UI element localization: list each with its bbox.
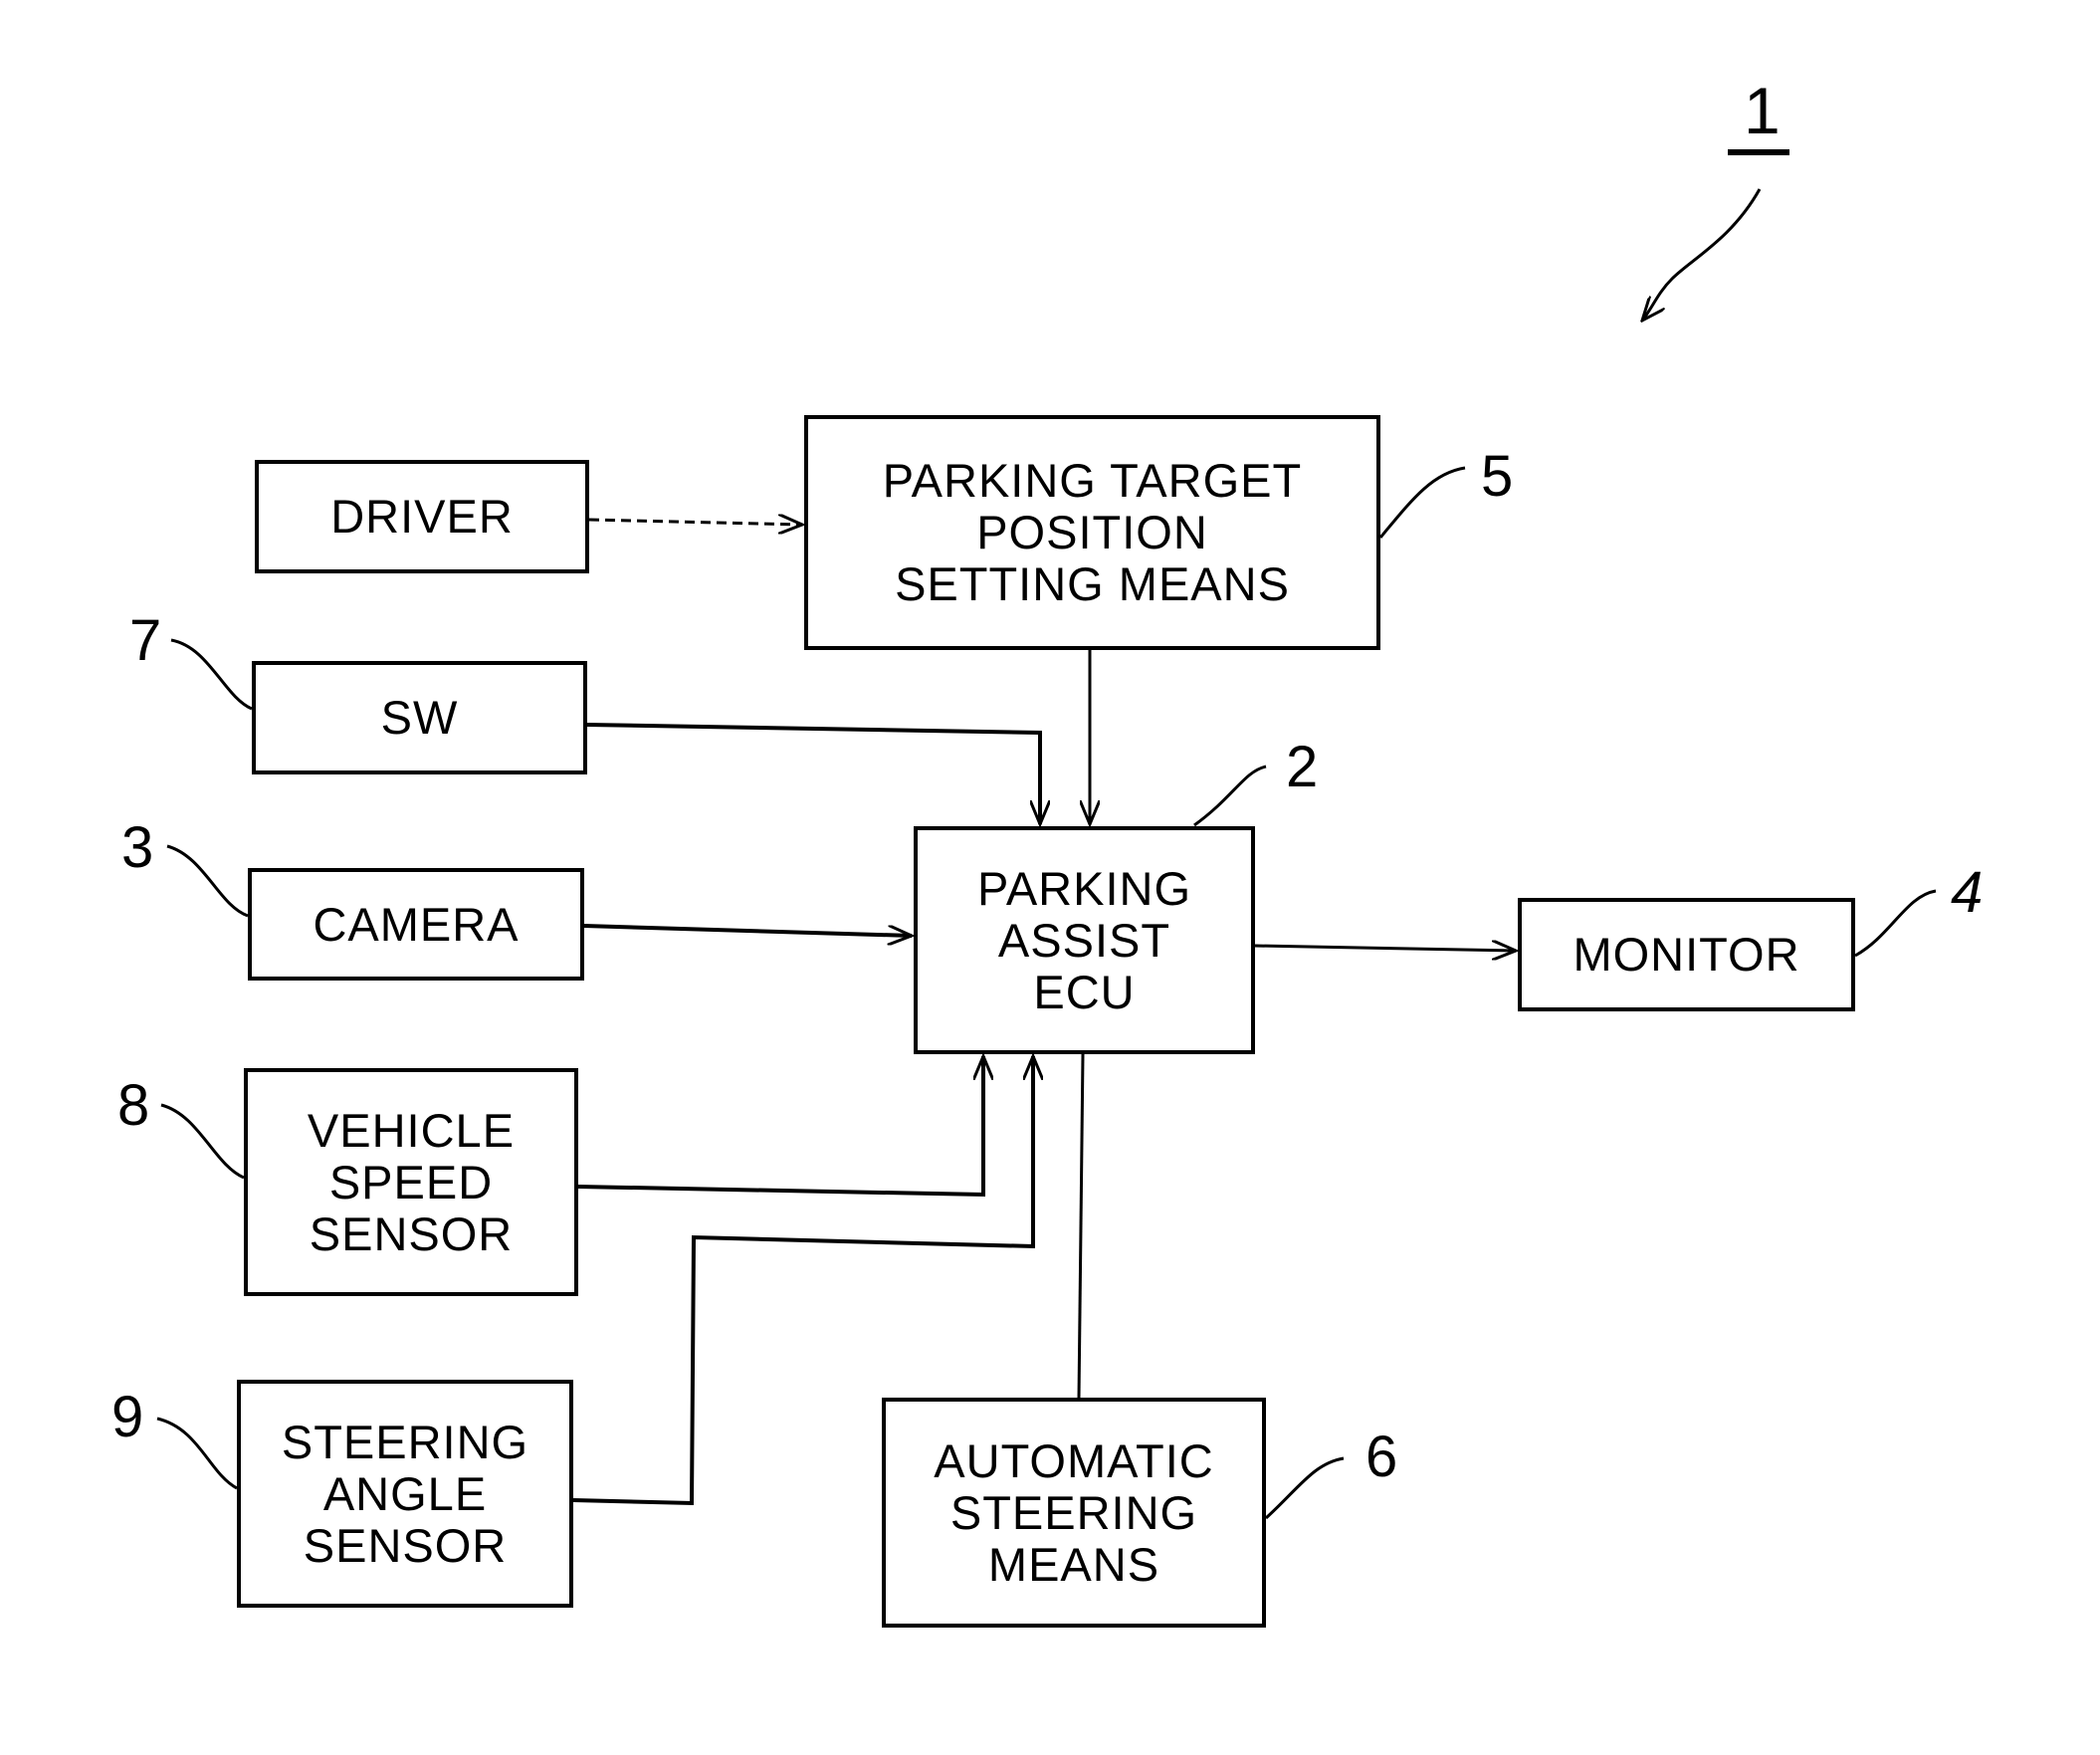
leader-6 — [1264, 1456, 1345, 1520]
connector-ecu-to-auto-steering — [1077, 1053, 1085, 1399]
steering-angle-sensor-block: STEERING ANGLE SENSOR — [237, 1380, 573, 1608]
block-line: ECU — [1033, 965, 1136, 1018]
monitor-label: MONITOR — [1573, 928, 1800, 981]
block-line: SPEED — [328, 1155, 494, 1208]
connector-ecu-to-monitor — [1254, 946, 1516, 951]
block-line: ANGLE — [322, 1466, 488, 1520]
ref-label-6: 6 — [1365, 1425, 1398, 1489]
connector-speed-to-ecu — [577, 1056, 983, 1198]
monitor-block: MONITOR — [1518, 898, 1855, 1011]
block-line: SENSOR — [303, 1518, 508, 1572]
leader-7 — [170, 638, 253, 711]
automatic-steering-means-block: AUTOMATIC STEERING MEANS — [882, 1398, 1266, 1628]
ref-label-7: 7 — [129, 608, 162, 673]
leader-9 — [156, 1417, 238, 1490]
block-line: ASSIST — [997, 913, 1171, 967]
camera-label: CAMERA — [313, 897, 520, 951]
leader-4 — [1854, 889, 1937, 958]
ref-label-5: 5 — [1481, 444, 1514, 509]
block-line: PARKING — [976, 861, 1192, 915]
camera-block: CAMERA — [248, 868, 584, 981]
driver-label: DRIVER — [330, 490, 514, 543]
block-line: VEHICLE — [307, 1103, 516, 1157]
leader-8 — [160, 1103, 245, 1180]
ref-label-9: 9 — [111, 1385, 144, 1449]
block-line: PARKING TARGET — [882, 454, 1303, 507]
block-line: POSITION — [976, 506, 1208, 558]
leader-2 — [1193, 765, 1267, 827]
block-line: AUTOMATIC — [934, 1433, 1214, 1487]
ref-label-4: 4 — [1951, 860, 1984, 925]
parking-assist-ecu-block: PARKING ASSIST ECU — [914, 826, 1255, 1054]
leader-5 — [1378, 466, 1466, 539]
block-line: STEERING — [949, 1485, 1198, 1539]
block-line: SENSOR — [309, 1207, 514, 1260]
figure-reference-number: 1 — [1744, 74, 1781, 147]
leader-3 — [166, 844, 249, 918]
driver-block: DRIVER — [255, 460, 589, 573]
connector-camera-to-ecu — [583, 924, 912, 936]
vehicle-speed-sensor-block: VEHICLE SPEED SENSOR — [244, 1068, 578, 1296]
block-line: STEERING — [281, 1415, 529, 1468]
reference-arrow — [1642, 188, 1762, 321]
connector-sw-to-ecu — [586, 723, 1040, 824]
ref-label-2: 2 — [1286, 735, 1319, 799]
ref-label-3: 3 — [121, 815, 154, 880]
block-line: SETTING MEANS — [895, 557, 1290, 610]
sw-block: SW — [252, 661, 587, 774]
block-line: MEANS — [987, 1537, 1160, 1591]
connector-driver-to-target — [588, 520, 802, 525]
sw-label: SW — [380, 691, 459, 744]
parking-target-position-setting-block: PARKING TARGET POSITION SETTING MEANS — [804, 415, 1380, 650]
ref-label-8: 8 — [117, 1073, 150, 1138]
